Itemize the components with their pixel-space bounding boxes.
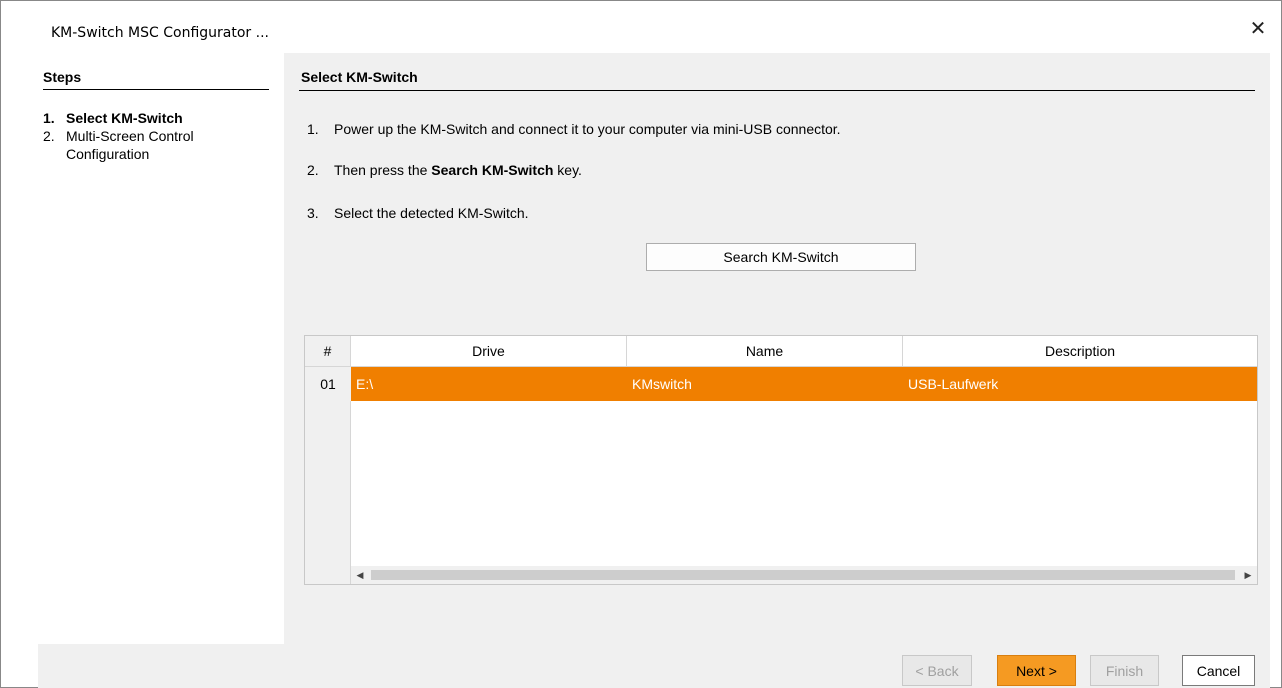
close-button[interactable]: ✕	[1235, 11, 1281, 45]
instruction-number: 3.	[307, 205, 319, 221]
scrollbar-thumb[interactable]	[371, 570, 1235, 580]
instruction-text-post: key.	[553, 162, 582, 178]
scroll-right-icon[interactable]: ▶	[1239, 566, 1257, 584]
column-header-drive[interactable]: Drive	[351, 336, 627, 367]
instruction-1: 1. Power up the KM-Switch and connect it …	[307, 121, 841, 137]
cell-name: KMswitch	[632, 376, 692, 392]
scroll-left-icon[interactable]: ◀	[351, 566, 369, 584]
section-divider	[299, 90, 1255, 91]
instruction-text: Select the detected KM-Switch.	[334, 205, 529, 221]
step-item-select-km-switch: 1. Select KM-Switch	[43, 109, 183, 127]
instruction-number: 2.	[307, 162, 319, 178]
search-km-switch-button[interactable]: Search KM-Switch	[646, 243, 916, 271]
instruction-number: 1.	[307, 121, 319, 137]
instruction-3: 3. Select the detected KM-Switch.	[307, 205, 529, 221]
steps-divider	[43, 89, 269, 90]
step-number: 1.	[43, 110, 55, 126]
instruction-text-bold: Search KM-Switch	[431, 162, 554, 178]
column-header-description[interactable]: Description	[903, 336, 1257, 367]
cell-description: USB-Laufwerk	[908, 376, 999, 392]
close-icon: ✕	[1249, 17, 1267, 40]
instruction-2: 2. Then press the Search KM-Switch key.	[307, 162, 582, 178]
column-header-name[interactable]: Name	[627, 336, 903, 367]
table-row[interactable]: E:\ KMswitch USB-Laufwerk	[351, 367, 1257, 401]
instruction-text-pre: Then press the	[334, 162, 432, 178]
horizontal-scrollbar[interactable]: ◀ ▶	[351, 566, 1257, 584]
step-label: Multi-Screen Control Configuration	[66, 128, 194, 162]
configurator-window: KM-Switch MSC Configurator ... ✕ Steps 1…	[0, 0, 1282, 688]
step-number: 2.	[43, 128, 55, 144]
wizard-content: Steps 1. Select KM-Switch 2. Multi-Scree…	[38, 53, 1270, 688]
row-number: 01	[305, 367, 351, 401]
steps-panel: Steps 1. Select KM-Switch 2. Multi-Scree…	[38, 53, 284, 644]
title-bar: KM-Switch MSC Configurator ... ✕	[1, 1, 1281, 53]
section-title: Select KM-Switch	[301, 69, 418, 85]
step-item-multi-screen-control: 2. Multi-Screen Control Configuration	[43, 127, 194, 162]
steps-title: Steps	[43, 69, 82, 85]
next-button[interactable]: Next >	[997, 655, 1076, 686]
cell-drive: E:\	[356, 376, 374, 392]
window-title: KM-Switch MSC Configurator ...	[51, 25, 269, 41]
instruction-text: Power up the KM-Switch and connect it to…	[334, 121, 841, 137]
step-label: Select KM-Switch	[66, 110, 183, 126]
finish-button[interactable]: Finish	[1090, 655, 1159, 686]
back-button[interactable]: < Back	[902, 655, 972, 686]
devices-table: # Drive Name Description 01 E:\ KMswitch…	[304, 335, 1258, 585]
main-panel: Select KM-Switch 1. Power up the KM-Switc…	[284, 53, 1270, 688]
cancel-button[interactable]: Cancel	[1182, 655, 1255, 686]
column-header-number[interactable]: #	[305, 336, 351, 367]
